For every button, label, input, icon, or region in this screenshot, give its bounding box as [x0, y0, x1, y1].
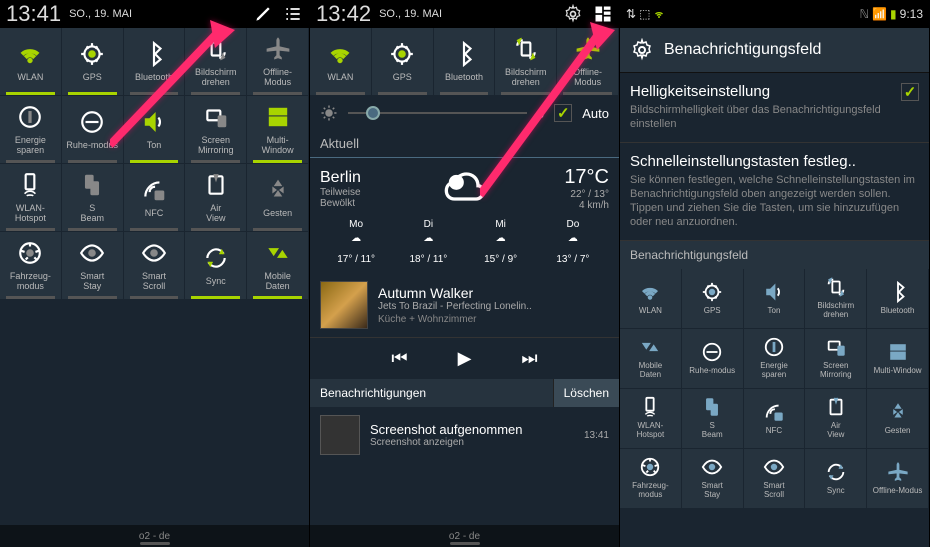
toggle-fahrzeug-modus[interactable]: Fahrzeug-modus — [0, 232, 62, 300]
prev-button[interactable]: ⏮ — [391, 348, 407, 369]
toggle-wlan-hotspot[interactable]: WLAN-Hotspot — [620, 389, 682, 449]
album-art — [320, 281, 368, 329]
toggle-bildschirm-drehen[interactable]: Bildschirmdrehen — [805, 269, 867, 329]
toggle-air-view[interactable]: AirView — [185, 164, 247, 232]
panel-quicksettings-full: 13:41 SO., 19. MAI WLAN GPS Bluetooth Bi… — [0, 0, 310, 547]
setting-quicktoggles[interactable]: Schnelleinstellungstasten festleg.. Sie … — [620, 143, 929, 241]
toggle-nfc[interactable]: NFC — [744, 389, 806, 449]
toggle-wlan[interactable]: WLAN — [0, 28, 62, 96]
panel-notification-shade: 13:42 SO., 19. MAI WLAN GPS Bluetooth Bi… — [310, 0, 620, 547]
date: SO., 19. MAI — [69, 8, 132, 20]
status-icons-left: ⇅⬚ — [626, 7, 665, 21]
forecast-day: Mo☁17° / 11° — [320, 219, 392, 265]
toggle-smart-stay[interactable]: SmartStay — [62, 232, 124, 300]
play-button[interactable]: ▶ — [458, 348, 472, 369]
track-artist: Jets To Brazil - Perfecting Lonelin.. — [378, 301, 609, 312]
toggle-smart-scroll[interactable]: SmartScroll — [744, 449, 806, 509]
playback-room: Küche + Wohnzimmer — [378, 314, 609, 325]
toggle-offline-modus[interactable]: Offline-Modus — [867, 449, 929, 509]
toggle-smart-scroll[interactable]: SmartScroll — [124, 232, 186, 300]
weather-condition: TeilweiseBewölkt — [320, 187, 361, 209]
track-title: Autumn Walker — [378, 285, 609, 301]
toggle-gesten[interactable]: Gesten — [867, 389, 929, 449]
toggle-energie-sparen[interactable]: Energiesparen — [744, 329, 806, 389]
toggle-wlan[interactable]: WLAN — [310, 28, 372, 96]
toggle-ruhe-modus[interactable]: Ruhe-modus — [682, 329, 744, 389]
toggle-smart-stay[interactable]: SmartStay — [682, 449, 744, 509]
toggle-gesten[interactable]: Gesten — [247, 164, 309, 232]
toggle-s-beam[interactable]: SBeam — [682, 389, 744, 449]
toggle-nfc[interactable]: NFC — [124, 164, 186, 232]
forecast-day: Do☁13° / 7° — [537, 219, 609, 265]
toggle-fahrzeug-modus[interactable]: Fahrzeug-modus — [620, 449, 682, 509]
date: SO., 19. MAI — [379, 8, 442, 20]
toggle-s-beam[interactable]: SBeam — [62, 164, 124, 232]
toggle-air-view[interactable]: AirView — [805, 389, 867, 449]
edit-icon[interactable] — [253, 4, 273, 24]
toggle-offline-modus[interactable]: Offline-Modus — [247, 28, 309, 96]
toggle-gps[interactable]: GPS — [372, 28, 434, 96]
weather-forecast: Mo☁17° / 11°Di☁18° / 11°Mi☁15° / 9°Do☁13… — [320, 219, 609, 265]
toggle-screen-mirroring[interactable]: ScreenMirroring — [805, 329, 867, 389]
toggle-wlan-hotspot[interactable]: WLAN-Hotspot — [0, 164, 62, 232]
forecast-day: Mi☁15° / 9° — [465, 219, 537, 265]
panel-settings: ⇅⬚ ℕ📶▮ 9:13 Benachrichtigungsfeld Hellig… — [620, 0, 930, 547]
toggle-mobile-daten[interactable]: MobileDaten — [620, 329, 682, 389]
clear-button[interactable]: Löschen — [553, 379, 619, 407]
clock: 13:41 — [6, 1, 61, 27]
setting-brightness[interactable]: Helligkeitseinstellung Bildschirmhelligk… — [620, 73, 929, 143]
list-icon[interactable] — [283, 4, 303, 24]
notification-header: Benachrichtigungen Löschen — [310, 379, 619, 407]
music-controls: ⏮ ▶ ⏭ — [310, 338, 619, 379]
annotation-arrow — [480, 20, 620, 200]
forecast-day: Di☁18° / 11° — [392, 219, 464, 265]
clock: 13:42 — [316, 1, 371, 27]
carrier-bar: o2 - de — [310, 525, 619, 547]
toggle-multi-window[interactable]: Multi-Window — [247, 96, 309, 164]
settings-title: Benachrichtigungsfeld — [664, 41, 821, 59]
brightness-checkbox[interactable] — [901, 83, 919, 101]
notifications-tab: Benachrichtigungen — [310, 379, 553, 407]
brightness-icon — [320, 104, 338, 122]
next-button[interactable]: ⏭ — [521, 348, 537, 369]
annotation-arrow — [110, 20, 240, 150]
section-label: Benachrichtigungsfeld — [620, 241, 929, 269]
clock: 9:13 — [900, 7, 923, 21]
music-player[interactable]: Autumn Walker Jets To Brazil - Perfectin… — [310, 273, 619, 338]
notification-item[interactable]: Screenshot aufgenommen Screenshot anzeig… — [310, 407, 619, 463]
status-icons-right: ℕ📶▮ 9:13 — [859, 7, 923, 21]
notification-thumb — [320, 415, 360, 455]
status-bar: ⇅⬚ ℕ📶▮ 9:13 — [620, 0, 929, 28]
settings-toggle-grid: WLAN GPS Ton Bildschirmdrehen Bluetooth … — [620, 269, 929, 509]
carrier-bar: o2 - de — [0, 525, 309, 547]
toggle-sync[interactable]: Sync — [185, 232, 247, 300]
toggle-multi-window[interactable]: Multi-Window — [867, 329, 929, 389]
toggle-wlan[interactable]: WLAN — [620, 269, 682, 329]
toggle-ton[interactable]: Ton — [744, 269, 806, 329]
toggle-mobile-daten[interactable]: MobileDaten — [247, 232, 309, 300]
settings-header: Benachrichtigungsfeld — [620, 28, 929, 73]
toggle-gps[interactable]: GPS — [682, 269, 744, 329]
toggle-energie-sparen[interactable]: Energiesparen — [0, 96, 62, 164]
weather-city: Berlin — [320, 169, 361, 187]
toggle-bluetooth[interactable]: Bluetooth — [867, 269, 929, 329]
toggle-sync[interactable]: Sync — [805, 449, 867, 509]
gear-icon — [630, 38, 654, 62]
